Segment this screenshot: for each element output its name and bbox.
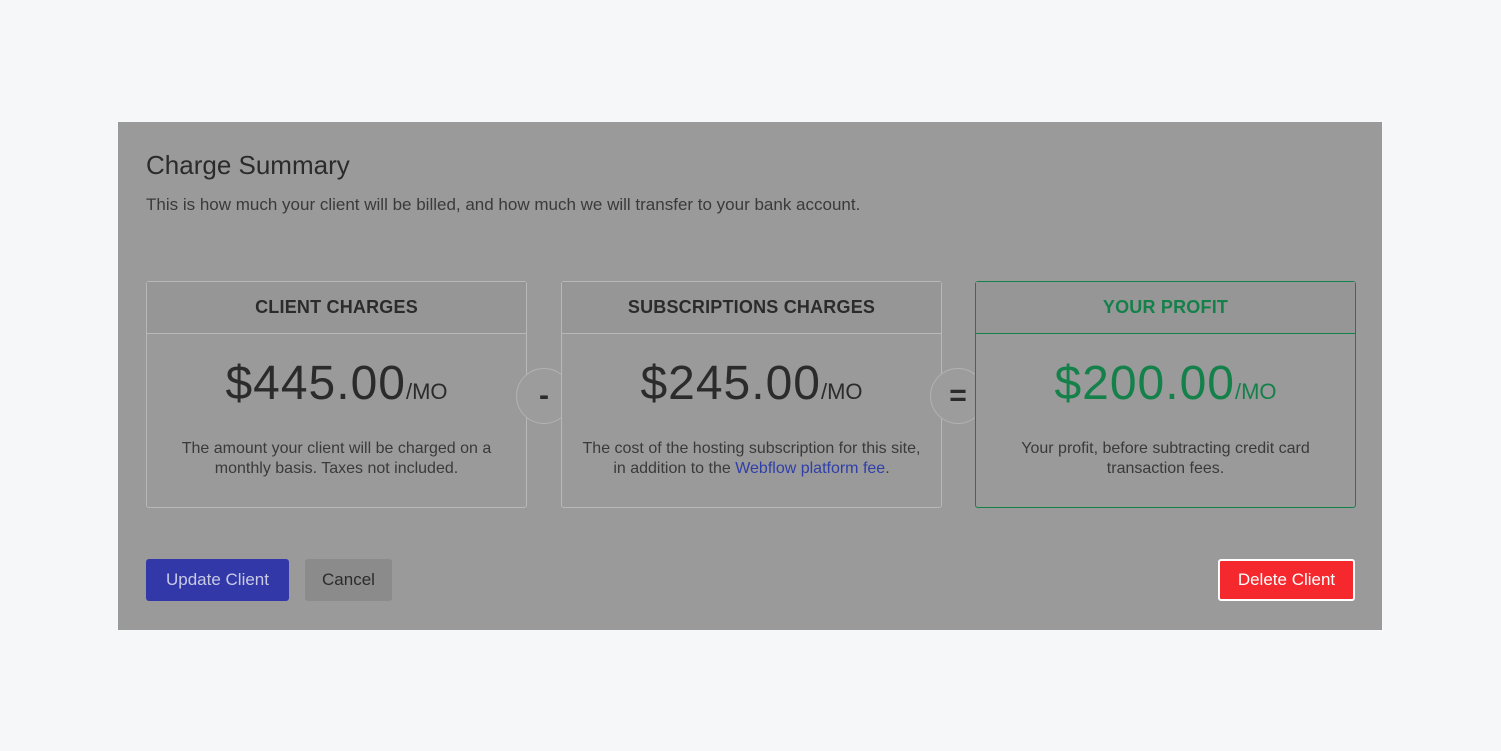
delete-client-button[interactable]: Delete Client — [1218, 559, 1355, 601]
client-charges-card: CLIENT CHARGES $445.00/MO The amount you… — [146, 281, 527, 508]
client-charges-amount-row: $445.00/MO — [147, 356, 526, 411]
subscriptions-charges-amount-row: $245.00/MO — [562, 356, 941, 411]
subscriptions-charges-header: SUBSCRIPTIONS CHARGES — [562, 282, 941, 334]
charge-summary-panel: Charge Summary This is how much your cli… — [118, 122, 1382, 630]
subscriptions-charges-card: SUBSCRIPTIONS CHARGES $245.00/MO The cos… — [561, 281, 942, 508]
subscriptions-charges-amount: $245.00 — [640, 357, 821, 410]
your-profit-card: YOUR PROFIT $200.00/MO Your profit, befo… — [975, 281, 1356, 508]
update-client-button[interactable]: Update Client — [146, 559, 289, 601]
your-profit-period: /MO — [1234, 379, 1277, 404]
your-profit-amount: $200.00 — [1054, 357, 1235, 410]
page-title: Charge Summary — [146, 150, 350, 180]
client-charges-note: The amount your client will be charged o… — [181, 440, 492, 477]
webflow-platform-fee-link[interactable]: Webflow platform fee — [735, 460, 885, 477]
subscriptions-note-end: . — [885, 460, 890, 477]
cancel-button[interactable]: Cancel — [305, 559, 392, 601]
client-charges-header: CLIENT CHARGES — [147, 282, 526, 334]
client-charges-period: /MO — [405, 379, 448, 404]
your-profit-note: Your profit, before subtracting credit c… — [1021, 440, 1310, 477]
your-profit-header: YOUR PROFIT — [976, 282, 1355, 334]
subscriptions-charges-period: /MO — [820, 379, 863, 404]
summary-description: This is how much your client will be bil… — [146, 195, 861, 214]
client-charges-amount: $445.00 — [225, 357, 406, 410]
your-profit-amount-row: $200.00/MO — [976, 356, 1355, 411]
subscriptions-charges-note: The cost of the hosting subscription for… — [580, 439, 923, 479]
